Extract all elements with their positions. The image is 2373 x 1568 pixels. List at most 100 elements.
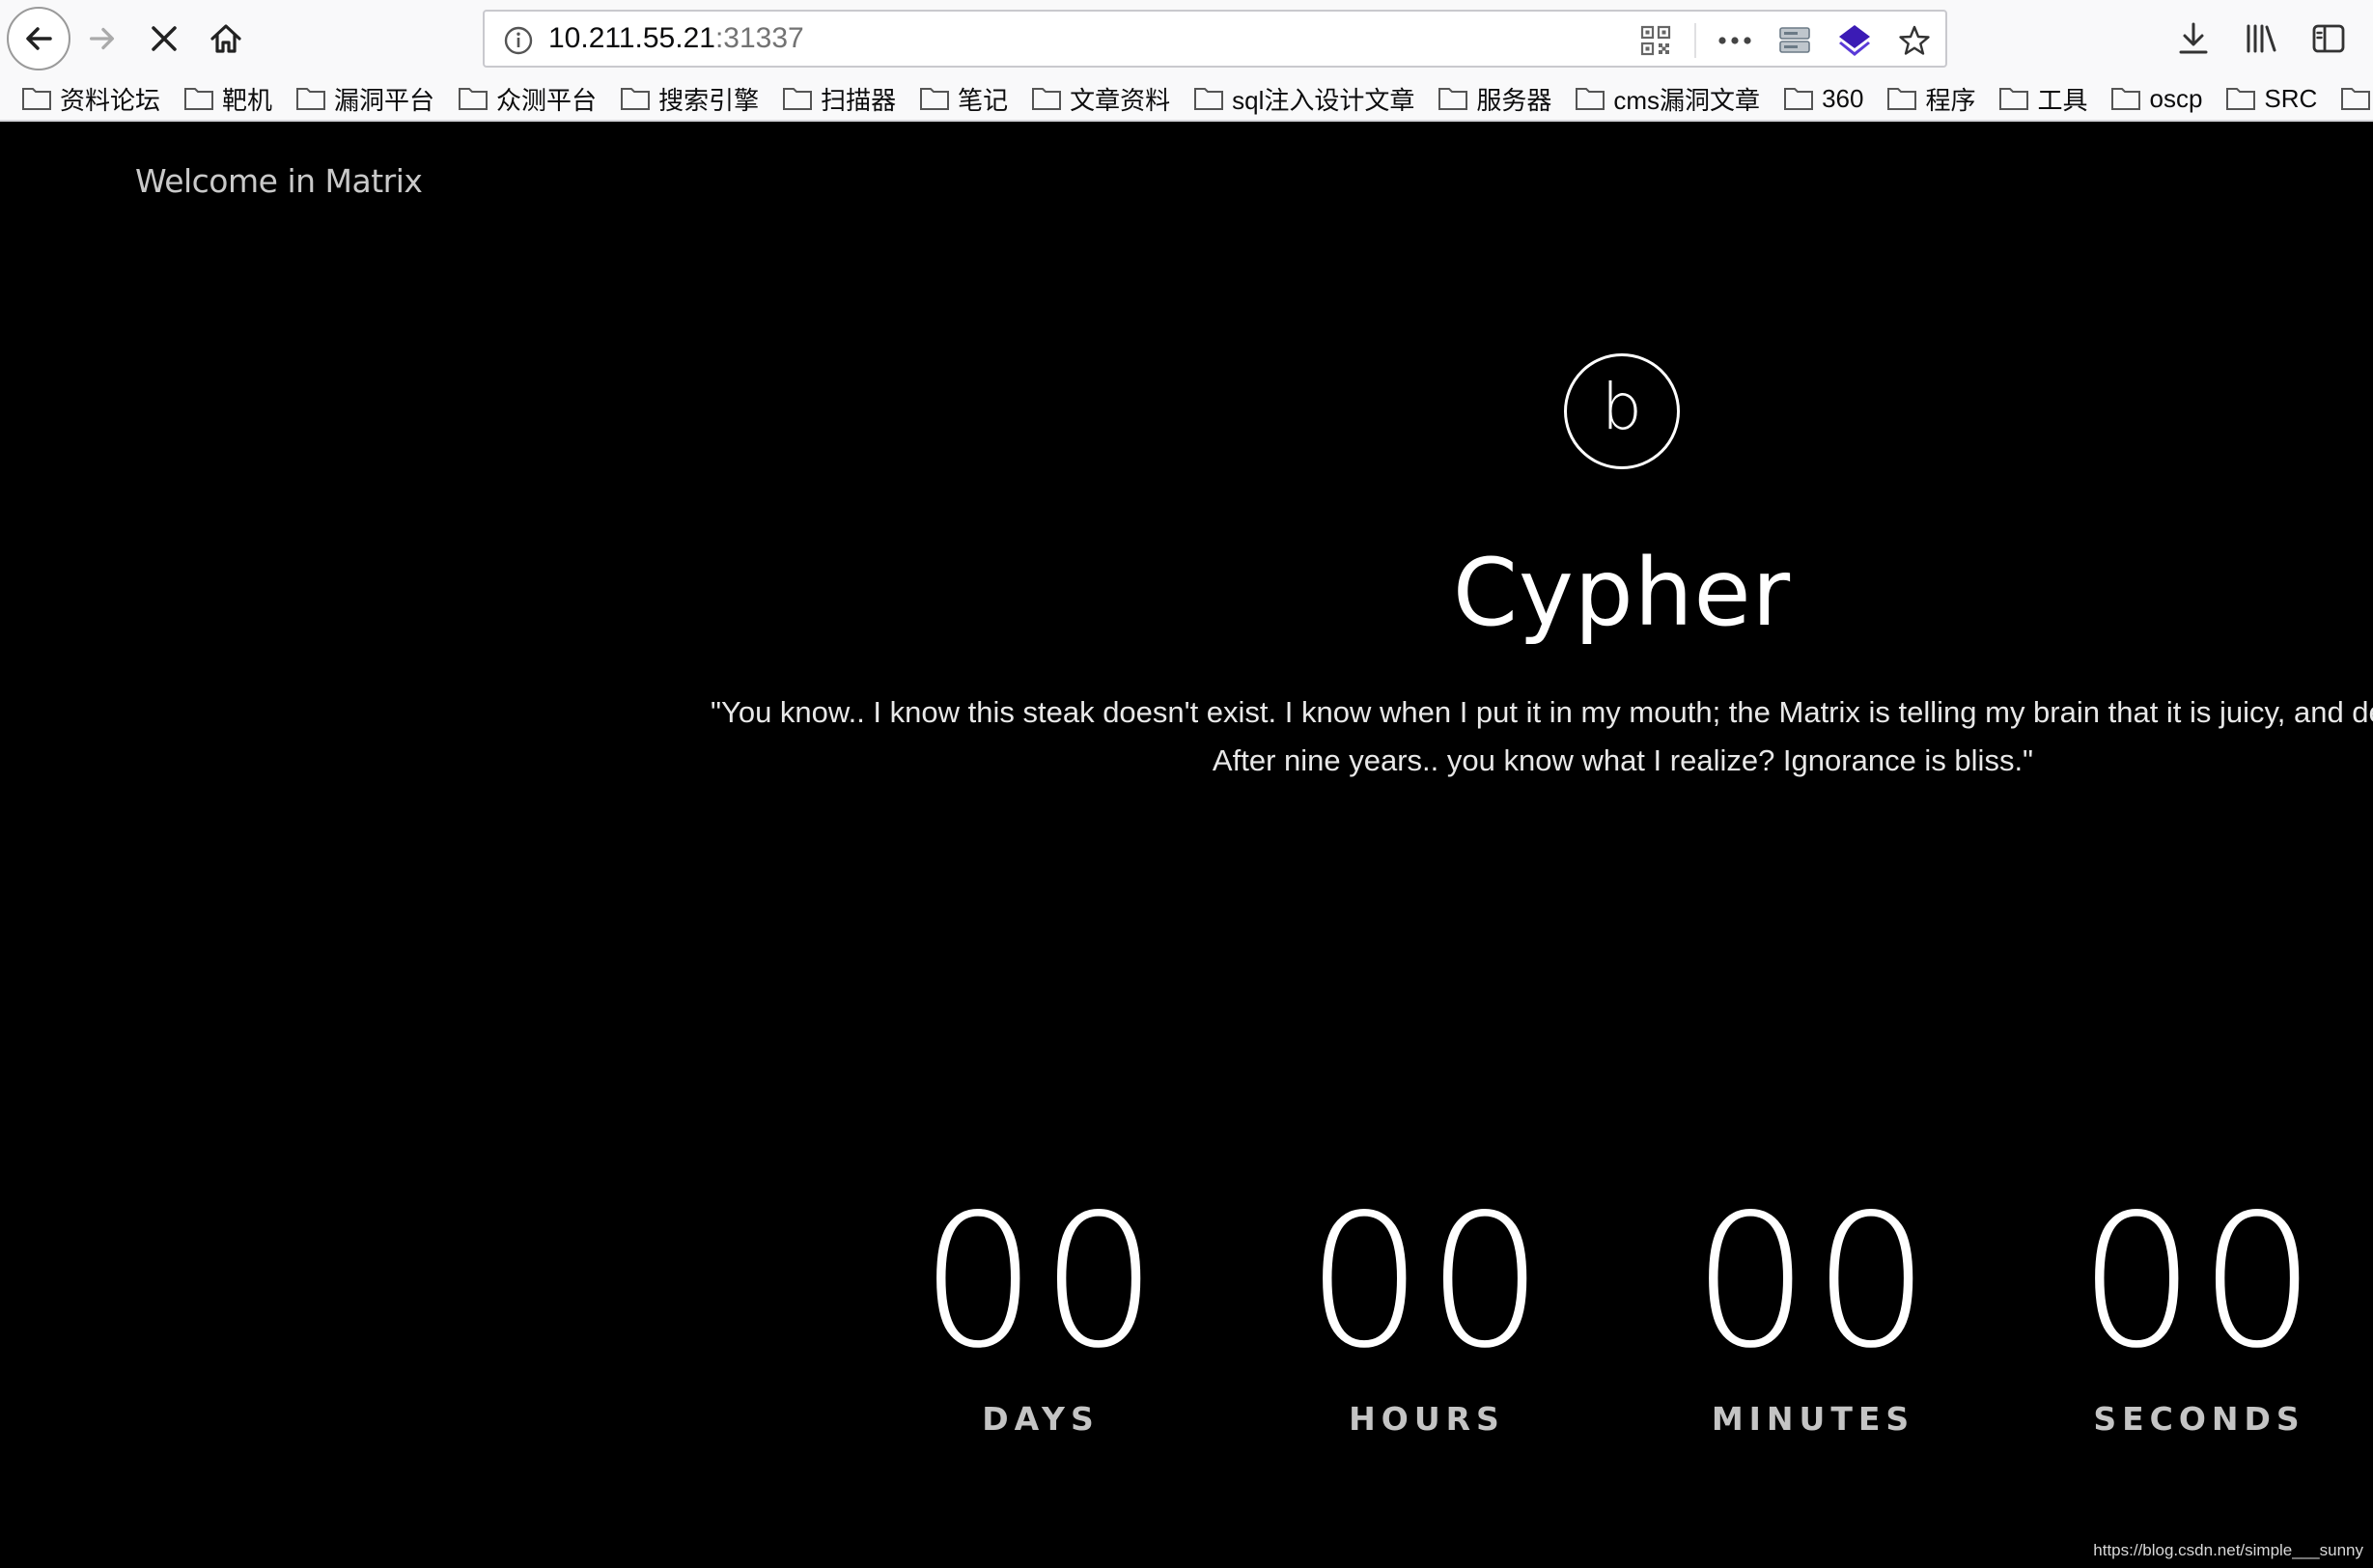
arrow-right-icon xyxy=(90,27,115,50)
url-host: 10.211.55.21 xyxy=(548,22,715,54)
countdown: 00 DAYS 00 HOURS 00 MINUTES 00 SECONDS xyxy=(0,1186,2373,1553)
bookmark-label: cms漏洞文章 xyxy=(1613,85,1761,115)
arrow-left-icon xyxy=(26,27,52,50)
bookmark-label: SRC xyxy=(2264,83,2318,113)
bookmark-folder[interactable]: 文章资料 xyxy=(1031,81,1170,117)
sidebar-icon xyxy=(2312,24,2345,53)
bookmark-folder[interactable]: 搜索引擎 xyxy=(620,81,759,117)
download-icon xyxy=(2179,22,2208,54)
folder-icon xyxy=(1999,88,2029,110)
countdown-minutes: 00 MINUTES xyxy=(1668,1175,1958,1439)
home-button[interactable] xyxy=(195,8,257,70)
bookmark-folder[interactable]: 靶机 xyxy=(183,81,272,117)
page-actions-button[interactable] xyxy=(1714,19,1756,62)
url-separator xyxy=(1694,23,1696,58)
folder-icon xyxy=(1194,88,1224,110)
sidebar-button[interactable] xyxy=(2298,8,2359,70)
bookmark-folder[interactable]: 工具 xyxy=(1998,81,2087,117)
countdown-minutes-label: MINUTES xyxy=(1711,1400,1915,1438)
bookmark-label: 360 xyxy=(1822,83,1864,113)
folder-icon xyxy=(2111,88,2141,110)
countdown-hours-label: HOURS xyxy=(1349,1400,1505,1438)
bookmark-folder[interactable]: 服务器 xyxy=(1438,81,1551,117)
bookmark-folder[interactable]: oscp xyxy=(2110,84,2202,114)
info-icon[interactable] xyxy=(502,24,535,57)
folder-icon xyxy=(1576,88,1605,110)
bookmark-folder[interactable]: 360 xyxy=(1783,84,1863,114)
bookmark-folder[interactable]: nisp xyxy=(2340,84,2373,114)
bookmark-label: 资料论坛 xyxy=(60,85,161,115)
home-icon xyxy=(210,24,241,53)
character-name: Cypher xyxy=(1452,539,1792,647)
extension-server-button[interactable] xyxy=(1773,19,1816,62)
countdown-seconds-label: SECONDS xyxy=(2093,1400,2305,1438)
browser-toolbar: 10.211.55.21:31337 xyxy=(0,0,2373,77)
more-icon xyxy=(1718,37,1751,44)
bookmark-folder[interactable]: sql注入设计文章 xyxy=(1193,81,1414,117)
qr-code-icon xyxy=(1640,25,1671,56)
bookmark-label: 靶机 xyxy=(222,85,273,115)
qr-code-button[interactable] xyxy=(1634,19,1677,62)
countdown-seconds-value: 00 xyxy=(2079,1175,2320,1388)
logo: b xyxy=(1564,353,1680,469)
bookmark-label: 工具 xyxy=(2037,85,2088,115)
welcome-text: Welcome in Matrix xyxy=(135,162,423,200)
bookmark-folder[interactable]: cms漏洞文章 xyxy=(1575,81,1760,117)
library-button[interactable] xyxy=(2230,8,2292,70)
folder-icon xyxy=(1784,88,1814,110)
url-bar[interactable]: 10.211.55.21:31337 xyxy=(483,10,1947,68)
watermark: https://blog.csdn.net/simple___sunny xyxy=(2093,1541,2363,1559)
server-icon xyxy=(1779,27,1810,53)
bookmark-label: 众测平台 xyxy=(496,85,598,115)
folder-icon xyxy=(783,88,813,110)
bookmark-folder[interactable]: 笔记 xyxy=(919,81,1008,117)
toolbar-right xyxy=(2163,8,2373,70)
bookmark-folder[interactable]: 程序 xyxy=(1886,81,1975,117)
url-port: :31337 xyxy=(714,22,804,54)
bookmarks-bar: 资料论坛 靶机 漏洞平台 众测平台 搜索引擎 扫描器 笔记 文章资料 sql注入… xyxy=(0,77,2373,122)
folder-icon xyxy=(1032,88,1062,110)
countdown-days-value: 00 xyxy=(920,1175,1161,1388)
bookmark-label: 笔记 xyxy=(958,85,1009,115)
countdown-hours: 00 HOURS xyxy=(1282,1175,1572,1439)
bookmark-label: oscp xyxy=(2149,83,2203,113)
downloads-button[interactable] xyxy=(2163,8,2224,70)
countdown-seconds: 00 SECONDS xyxy=(2054,1175,2344,1439)
logo-letter: b xyxy=(1602,370,1642,444)
bookmark-folder[interactable]: 扫描器 xyxy=(782,81,896,117)
countdown-minutes-value: 00 xyxy=(1692,1175,1934,1388)
back-button[interactable] xyxy=(7,7,70,70)
folder-icon xyxy=(459,88,489,110)
countdown-days-label: DAYS xyxy=(982,1400,1100,1438)
folder-icon xyxy=(184,88,214,110)
bookmark-star-button[interactable] xyxy=(1893,19,1936,62)
folder-icon xyxy=(1887,88,1917,110)
bookmark-label: 程序 xyxy=(1925,85,1976,115)
star-icon xyxy=(1899,25,1930,55)
folder-icon xyxy=(2226,88,2256,110)
forward-button[interactable] xyxy=(71,8,133,70)
bookmark-folder[interactable]: SRC xyxy=(2225,84,2317,114)
close-icon xyxy=(152,26,177,51)
bookmark-folder[interactable]: 漏洞平台 xyxy=(295,81,434,117)
folder-icon xyxy=(621,88,651,110)
layers-icon xyxy=(1839,25,1870,56)
bookmark-label: 文章资料 xyxy=(1070,85,1171,115)
stop-button[interactable] xyxy=(133,8,195,70)
bookmark-folder[interactable]: 众测平台 xyxy=(458,81,597,117)
countdown-hours-value: 00 xyxy=(1306,1175,1548,1388)
bookmark-label: 漏洞平台 xyxy=(334,85,435,115)
extension-layers-button[interactable] xyxy=(1833,19,1876,62)
folder-icon xyxy=(296,88,326,110)
folder-icon xyxy=(22,88,51,110)
folder-icon xyxy=(920,88,950,110)
bookmark-label: 服务器 xyxy=(1476,85,1552,115)
library-icon xyxy=(2247,24,2276,53)
character-quote: "You know.. I know this steak doesn't ex… xyxy=(711,688,2373,785)
bookmark-label: 搜索引擎 xyxy=(658,85,760,115)
url-text[interactable]: 10.211.55.21:31337 xyxy=(548,22,804,55)
bookmark-label: sql注入设计文章 xyxy=(1232,85,1415,115)
bookmark-folder[interactable]: 资料论坛 xyxy=(21,81,160,117)
folder-icon xyxy=(2341,88,2371,110)
folder-icon xyxy=(1438,88,1468,110)
